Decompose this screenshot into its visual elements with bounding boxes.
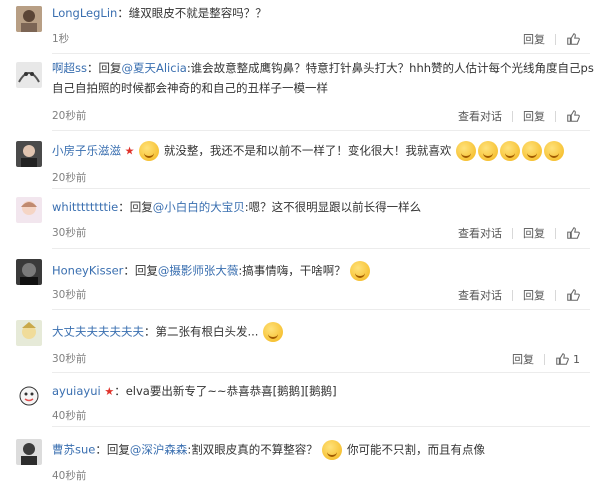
avatar[interactable]: [16, 141, 42, 167]
divider: [512, 227, 513, 239]
kiss-emoji-icon: [500, 141, 520, 161]
comment-text-continued: 你可能不只割，而且有点像: [347, 442, 486, 457]
reply-prefix: ：回复: [86, 61, 122, 75]
username-link[interactable]: HoneyKisser: [52, 264, 123, 278]
mention-link[interactable]: @摄影师张大薇: [158, 264, 239, 278]
divider: [52, 309, 590, 310]
avatar[interactable]: [16, 259, 42, 285]
shocked-emoji-icon: [263, 322, 284, 342]
comment-time: 40秒前: [52, 410, 87, 422]
like-button[interactable]: [566, 226, 580, 240]
view-conversation-button[interactable]: 查看对话: [458, 287, 502, 303]
divider: [52, 248, 590, 249]
reply-button[interactable]: 回复: [523, 31, 545, 47]
like-count: 1: [573, 352, 580, 366]
comment-time: 20秒前: [52, 172, 87, 184]
reply-prefix: ：回复: [118, 200, 153, 214]
avatar[interactable]: [16, 62, 42, 88]
divider: [512, 110, 513, 122]
username-link[interactable]: LongLegLin: [52, 6, 117, 20]
thumbs-up-icon: [556, 353, 569, 365]
kiss-emoji-icon: [456, 141, 476, 161]
vip-star-icon: ★: [124, 144, 135, 158]
username-link[interactable]: 曹苏sue: [52, 443, 95, 457]
kiss-emoji-icon: [478, 141, 498, 161]
reply-button[interactable]: 回复: [523, 108, 545, 124]
comment-time: 30秒前: [52, 289, 87, 301]
comment-text: ：第二张有根白头发...: [144, 324, 259, 339]
like-button[interactable]: [566, 288, 580, 302]
divider: [555, 289, 556, 301]
reply-button[interactable]: 回复: [523, 225, 545, 241]
avatar[interactable]: [16, 6, 42, 32]
reply-button[interactable]: 回复: [523, 287, 545, 303]
divider: [52, 426, 590, 427]
divider: [52, 130, 590, 131]
username-link[interactable]: whittttttttie: [52, 200, 118, 214]
divider: [555, 227, 556, 239]
like-button[interactable]: [566, 109, 580, 123]
comment-text: :谁会故意整成鹰钩鼻？特意打针鼻头打大？hhh赞的人估计每个光线角度自己ps: [186, 61, 594, 75]
reply-button[interactable]: 回复: [512, 351, 534, 367]
comment-text: :割双眼皮真的不算整容？: [187, 442, 318, 457]
comment-time: 1秒: [52, 33, 70, 45]
reply-prefix: ：回复: [95, 442, 130, 457]
comment-text: 就没整，我还不是和以前不一样了！变化很大！我就喜欢: [163, 143, 452, 158]
username-link[interactable]: ayuiayui: [52, 384, 101, 398]
view-conversation-button[interactable]: 查看对话: [458, 108, 502, 124]
comment-text-continued: 自己自拍照的时候都会神奇的和自己的丑样子一模一样: [52, 81, 328, 95]
like-button[interactable]: [566, 32, 580, 46]
comment-text: :嗯？这不很明显跟以前长得一样么: [244, 200, 422, 214]
smirk-emoji-icon: [350, 261, 371, 281]
skeptical-emoji-icon: [322, 440, 343, 460]
username-link[interactable]: 啊超ss: [52, 61, 87, 75]
thumbs-up-icon: [567, 227, 580, 239]
username-link[interactable]: 小房子乐滋滋: [52, 144, 121, 158]
thumbs-up-icon: [567, 289, 580, 301]
divider: [544, 353, 545, 365]
mention-link[interactable]: @夏天Alicia: [121, 61, 186, 75]
mention-link[interactable]: @小白白的大宝贝: [153, 200, 245, 214]
kiss-emoji-icon: [522, 141, 542, 161]
divider: [52, 53, 590, 54]
avatar[interactable]: [16, 439, 42, 465]
divider: [555, 33, 556, 45]
kiss-emoji-icon: [544, 141, 564, 161]
username-link[interactable]: 大丈夫夫夫夫夫夫: [52, 325, 144, 339]
comment-text: :搞事情嗨，干啥啊？: [238, 263, 346, 278]
divider: [512, 289, 513, 301]
avatar[interactable]: [16, 383, 42, 409]
comment-time: 20秒前: [52, 110, 87, 122]
thumbs-up-icon: [567, 110, 580, 122]
thumbs-up-icon: [567, 33, 580, 45]
like-button[interactable]: 1: [555, 352, 580, 366]
comment-text: ：elva要出新专了~~恭喜恭喜[鹅鹅][鹅鹅]: [114, 384, 337, 398]
view-conversation-button[interactable]: 查看对话: [458, 225, 502, 241]
divider: [52, 372, 590, 373]
vip-star-icon: ★: [104, 385, 115, 398]
comment-time: 30秒前: [52, 227, 87, 239]
smile-emoji-icon: [139, 141, 160, 161]
divider: [52, 188, 590, 189]
avatar[interactable]: [16, 197, 42, 223]
mention-link[interactable]: @深沪森森: [130, 443, 188, 457]
divider: [555, 110, 556, 122]
reply-prefix: ：回复: [123, 263, 158, 278]
comment-text: ：缝双眼皮不就是整容吗？？: [117, 6, 267, 20]
comment-time: 30秒前: [52, 353, 87, 365]
avatar[interactable]: [16, 320, 42, 346]
